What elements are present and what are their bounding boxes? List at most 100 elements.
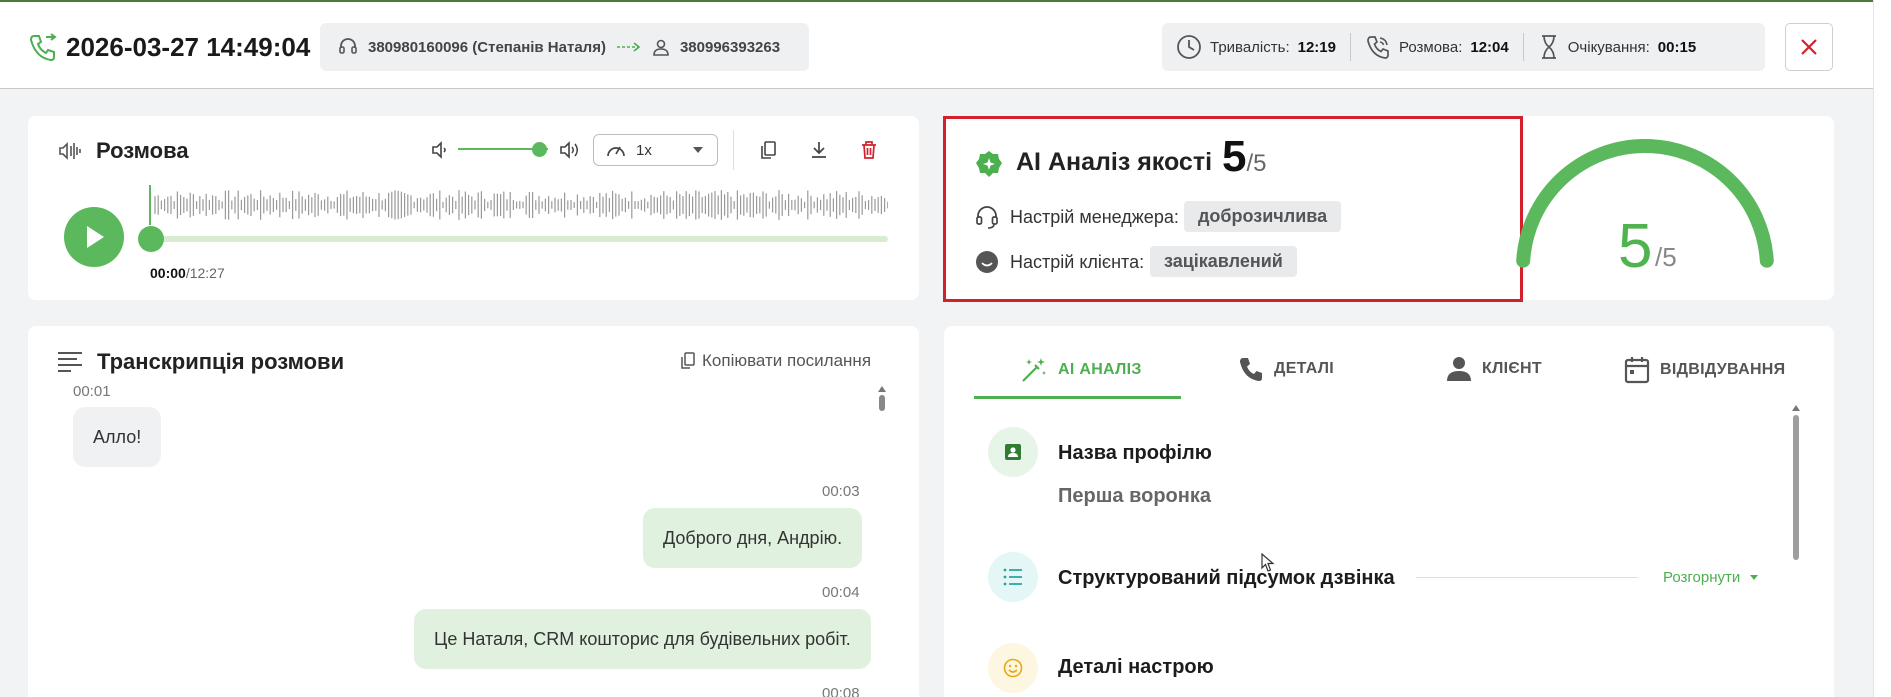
audio-waveform[interactable] <box>148 185 888 225</box>
callee-number: 380996393263 <box>679 38 781 56</box>
client-mood-label: Настрій клієнта: <box>1010 252 1145 272</box>
ai-analysis-title: AI Аналіз якості <box>1016 148 1213 176</box>
stat-talk: Розмова: 12:04 <box>1350 33 1523 61</box>
stat-talk-value: 12:04 <box>1470 38 1509 56</box>
tab-details[interactable]: ДЕТАЛІ <box>1238 356 1334 382</box>
gauge-score-max: /5 <box>1655 242 1677 272</box>
transcript-scrollbar[interactable] <box>879 395 885 411</box>
volume-low-icon[interactable] <box>430 139 452 161</box>
total-time: /12:27 <box>185 265 225 281</box>
smile-icon <box>1003 658 1023 678</box>
mouse-cursor-icon <box>1261 553 1275 572</box>
call-datetime: 2026-03-27 14:49:04 <box>66 32 311 62</box>
copy-link-button[interactable]: Копіювати посилання <box>680 351 871 371</box>
copy-icon[interactable] <box>758 139 780 161</box>
calendar-icon <box>1624 357 1650 384</box>
tab-visits-label: ВІДВІДУВАННЯ <box>1660 361 1786 378</box>
close-button[interactable] <box>1785 23 1833 71</box>
tab-client[interactable]: КЛІЄНТ <box>1446 356 1542 382</box>
phone-talk-icon <box>1367 36 1389 59</box>
active-tab-indicator <box>974 396 1181 399</box>
copy-link-label: Копіювати посилання <box>702 351 872 370</box>
stat-wait-value: 00:15 <box>1657 38 1697 56</box>
expand-summary-label: Розгорнути <box>1663 569 1741 586</box>
speedometer-icon <box>607 146 625 157</box>
hourglass-icon <box>1541 35 1556 59</box>
window-edge <box>1873 0 1891 697</box>
call-participants: 380980160096 (Степанів Наталя) 380996393… <box>320 23 809 71</box>
expand-summary-button[interactable]: Розгорнути <box>1663 569 1759 586</box>
scroll-up-arrow-icon[interactable] <box>877 385 887 393</box>
audio-wave-icon <box>59 142 81 160</box>
manager-mood-label: Настрій менеджера: <box>1010 207 1179 227</box>
mood-section-icon <box>988 643 1038 693</box>
message-time: 00:04 <box>822 584 860 601</box>
arrow-right-icon <box>616 42 641 52</box>
stat-wait-label: Очікування: <box>1567 38 1650 56</box>
chevron-down-icon <box>693 147 703 153</box>
smile-icon <box>976 251 998 273</box>
caller-number: 380980160096 (Степанів Наталя) <box>368 38 606 56</box>
playback-speed-value: 1x <box>636 141 652 159</box>
contact-card-icon <box>1005 444 1021 460</box>
headset-icon <box>976 206 998 229</box>
scroll-up-arrow-icon[interactable] <box>1791 404 1801 412</box>
list-icon <box>1003 568 1022 586</box>
gauge-score-value: 5 <box>1618 212 1653 281</box>
download-icon[interactable] <box>808 139 830 161</box>
player-divider <box>733 130 734 170</box>
ai-score-max: /5 <box>1246 150 1267 177</box>
summary-section-title: Структурований підсумок дзвінка <box>1058 567 1395 589</box>
progress-track[interactable] <box>150 236 888 242</box>
person-icon <box>653 39 669 56</box>
message-bubble-outgoing: Це Наталя, CRM кошторис для будівельних … <box>414 609 871 669</box>
transcript-title: Транскрипція розмови <box>97 349 345 374</box>
close-icon <box>1801 39 1817 55</box>
call-stats: Тривалість: 12:19 Розмова: 12:04 Очікува… <box>1162 23 1765 71</box>
ai-score: 5/5 <box>1222 132 1267 182</box>
volume-high-icon[interactable] <box>559 139 581 161</box>
tab-client-label: КЛІЄНТ <box>1482 360 1542 377</box>
progress-handle[interactable] <box>138 226 164 252</box>
play-button[interactable] <box>64 207 124 267</box>
message-bubble-outgoing: Доброго дня, Андрію. <box>643 508 863 568</box>
mood-section-title: Деталі настрою <box>1058 656 1214 678</box>
delete-icon[interactable] <box>858 139 880 161</box>
current-time: 00:00 <box>150 265 186 281</box>
clock-icon <box>1177 35 1201 59</box>
text-lines-icon <box>58 352 82 372</box>
playback-speed-select[interactable]: 1x <box>593 134 718 166</box>
copy-icon <box>681 352 695 369</box>
message-time: 00:03 <box>822 483 860 500</box>
player-title: Розмова <box>96 138 189 163</box>
call-header: 2026-03-27 14:49:04 380980160096 (Степан… <box>0 0 1873 89</box>
tab-visits[interactable]: ВІДВІДУВАННЯ <box>1624 356 1785 384</box>
tab-ai-analysis[interactable]: AI АНАЛІЗ <box>1020 356 1142 384</box>
profile-name-value: Перша воронка <box>1058 485 1211 507</box>
stat-wait: Очікування: 00:15 <box>1522 33 1710 61</box>
stat-duration-value: 12:19 <box>1297 38 1336 56</box>
profile-section-icon <box>988 427 1038 477</box>
headset-icon <box>339 38 357 54</box>
play-icon <box>87 226 104 248</box>
tab-ai-analysis-label: AI АНАЛІЗ <box>1058 361 1142 378</box>
manager-mood-badge: доброзичлива <box>1184 201 1342 232</box>
playback-time: 00:00/12:27 <box>150 265 225 281</box>
volume-slider-handle[interactable] <box>532 142 547 157</box>
call-phone-icon <box>29 33 57 62</box>
summary-section-icon <box>988 552 1038 602</box>
message-time: 00:01 <box>73 383 111 400</box>
message-bubble-incoming: Алло! <box>73 407 162 467</box>
summary-divider <box>1416 577 1638 578</box>
stat-duration-label: Тривалість: <box>1210 38 1290 56</box>
client-mood-badge: зацікавлений <box>1150 246 1297 277</box>
profile-section-title: Назва профілю <box>1058 442 1212 464</box>
ai-badge-icon <box>976 151 1002 177</box>
details-scrollbar[interactable] <box>1793 415 1799 560</box>
magic-wand-icon <box>1022 358 1046 382</box>
phone-icon <box>1240 358 1262 381</box>
stat-talk-label: Розмова: <box>1399 38 1463 56</box>
chevron-down-icon <box>1750 575 1759 580</box>
message-time: 00:08 <box>822 685 860 697</box>
ai-score-value: 5 <box>1222 132 1247 181</box>
